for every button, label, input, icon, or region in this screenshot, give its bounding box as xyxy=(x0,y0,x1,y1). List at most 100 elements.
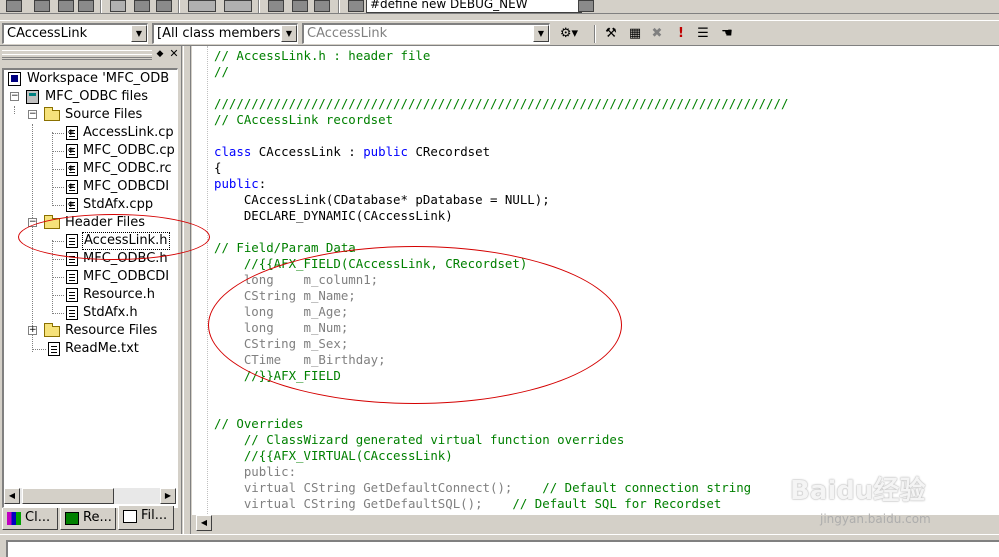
tab-label: Fil... xyxy=(141,508,168,523)
watermark-url: jingyan.baidu.com xyxy=(820,512,931,526)
class-wizard-icon[interactable]: ⚒ xyxy=(602,25,620,42)
code-token: public xyxy=(363,144,408,159)
window-list-icon[interactable] xyxy=(314,0,330,12)
code-editor[interactable]: // AccessLink.h : header file// ////////… xyxy=(192,46,999,514)
code-line: CTime m_Birthday; xyxy=(214,352,788,368)
expand-icon[interactable]: + xyxy=(28,326,37,335)
tree-item-label: MFC_ODBC.cp xyxy=(83,143,175,158)
tree-connector xyxy=(52,277,64,278)
code-token: // xyxy=(214,64,229,79)
cpp-file-icon xyxy=(66,178,78,196)
code-token: CAccessLink : xyxy=(251,144,364,159)
member-combo[interactable]: CAccessLink ▼ xyxy=(302,23,550,44)
wizard-actions-icon[interactable]: ⚙▾ xyxy=(554,25,584,42)
pane-splitter[interactable] xyxy=(183,46,191,534)
scroll-right-icon[interactable]: ▶ xyxy=(160,488,176,504)
code-line: // Field/Param Data xyxy=(214,240,788,256)
class-combo[interactable]: CAccessLink ▼ xyxy=(2,23,148,44)
collapse-icon[interactable]: − xyxy=(28,218,37,227)
code-token: public: xyxy=(214,464,297,479)
tab-classview[interactable]: Cl... xyxy=(2,508,58,530)
close-icon[interactable]: ✕ xyxy=(168,48,180,60)
code-token: { xyxy=(214,160,222,175)
find-combo[interactable]: #define new DEBUG_NEW xyxy=(366,0,582,13)
tree-item-label: MFC_ODBCDI xyxy=(83,269,170,284)
hand-icon[interactable]: ☚ xyxy=(718,25,736,42)
collapse-icon[interactable]: − xyxy=(28,110,37,119)
collapse-icon[interactable]: − xyxy=(10,92,19,101)
tree-item-label-selected: AccessLink.h xyxy=(82,232,170,250)
output-window-icon[interactable] xyxy=(292,0,308,12)
tree-item-label: ReadMe.txt xyxy=(65,341,139,356)
code-token: CAccessLink(CDatabase* pDatabase = NULL)… xyxy=(214,192,550,207)
code-token: public xyxy=(214,176,259,191)
code-line: // xyxy=(214,64,788,80)
filter-combo[interactable]: [All class members] ▼ xyxy=(152,23,298,44)
header-file-icon xyxy=(66,234,78,248)
execute-icon[interactable]: ! xyxy=(672,25,690,42)
new-file-icon[interactable] xyxy=(6,0,22,12)
tree-connector xyxy=(52,187,64,188)
scroll-left-icon[interactable]: ◀ xyxy=(4,488,20,504)
tree-item-label: MFC_ODBC.h xyxy=(83,251,168,266)
tab-resourceview[interactable]: Re... xyxy=(60,508,116,530)
rc-file-icon xyxy=(66,160,78,178)
tree-item-label: MFC_ODBCDI xyxy=(83,179,170,194)
toolbar-separator xyxy=(338,0,340,13)
code-token: CString m_Sex; xyxy=(214,336,349,351)
stop-build-icon[interactable]: ✖ xyxy=(648,25,666,42)
tree-item-label: StdAfx.cpp xyxy=(83,197,154,212)
tree-item-label: MFC_ODBC.rc xyxy=(83,161,172,176)
code-token: : xyxy=(258,176,267,191)
scroll-left-icon[interactable]: ◀ xyxy=(196,515,212,531)
paste-icon[interactable] xyxy=(156,0,172,12)
watermark-logo: Baidu经验 xyxy=(790,476,926,506)
code-token: // AccessLink.h : header file xyxy=(214,48,431,63)
code-token: CRecordset xyxy=(407,144,491,159)
text-file-icon xyxy=(48,342,60,356)
tree-item-label: StdAfx.h xyxy=(83,305,138,320)
code-line: //{{AFX_FIELD(CAccessLink, CRecordset) xyxy=(214,256,788,272)
editor-gutter[interactable] xyxy=(192,46,208,514)
code-line: CAccessLink(CDatabase* pDatabase = NULL)… xyxy=(214,192,788,208)
member-combo-value: CAccessLink xyxy=(307,26,388,41)
code-token: virtual CString GetDefaultSQL(); xyxy=(214,496,513,511)
chevron-down-icon[interactable]: ▼ xyxy=(281,25,297,42)
code-line: //{{AFX_VIRTUAL(CAccessLink) xyxy=(214,448,788,464)
copy-icon[interactable] xyxy=(134,0,150,12)
code-line: // ClassWizard generated virtual functio… xyxy=(214,432,788,448)
scrollbar-thumb[interactable] xyxy=(22,488,114,504)
find-icon[interactable] xyxy=(578,0,594,12)
redo-icon[interactable] xyxy=(224,0,252,12)
tree-horizontal-scrollbar[interactable]: ◀ ▶ xyxy=(4,488,176,504)
cut-icon[interactable] xyxy=(110,0,126,12)
standard-toolbar: #define new DEBUG_NEW xyxy=(0,0,999,14)
save-all-icon[interactable] xyxy=(78,0,94,12)
tree-connector xyxy=(52,169,64,170)
header-file-icon xyxy=(66,306,78,320)
code-line: { xyxy=(214,160,788,176)
find-in-files-icon[interactable] xyxy=(348,0,364,12)
code-line: CString m_Sex; xyxy=(214,336,788,352)
undo-icon[interactable] xyxy=(188,0,216,12)
code-line: long m_column1; xyxy=(214,272,788,288)
code-token: virtual CString GetDefaultConnect(); xyxy=(214,480,543,495)
class-combo-value: CAccessLink xyxy=(7,26,88,41)
code-line: public: xyxy=(214,176,788,192)
workspace-window-icon[interactable] xyxy=(268,0,284,12)
chevron-down-icon[interactable]: ▼ xyxy=(131,25,147,42)
code-token: CString m_Name; xyxy=(214,288,356,303)
code-token: long m_Age; xyxy=(214,304,349,319)
chevron-down-icon[interactable]: ▼ xyxy=(533,25,549,42)
pin-icon[interactable]: ◆ xyxy=(154,48,166,60)
insert-breakpoint-icon[interactable]: ☰ xyxy=(694,25,712,42)
tab-fileview[interactable]: Fil... xyxy=(118,506,174,530)
pane-gripper[interactable] xyxy=(2,54,152,58)
wizard-grid-icon[interactable]: ▦ xyxy=(626,25,644,42)
code-line: // Overrides xyxy=(214,416,788,432)
open-folder-icon[interactable] xyxy=(34,0,50,12)
tree-connector xyxy=(32,349,46,350)
output-window[interactable] xyxy=(6,540,999,557)
save-icon[interactable] xyxy=(58,0,74,12)
